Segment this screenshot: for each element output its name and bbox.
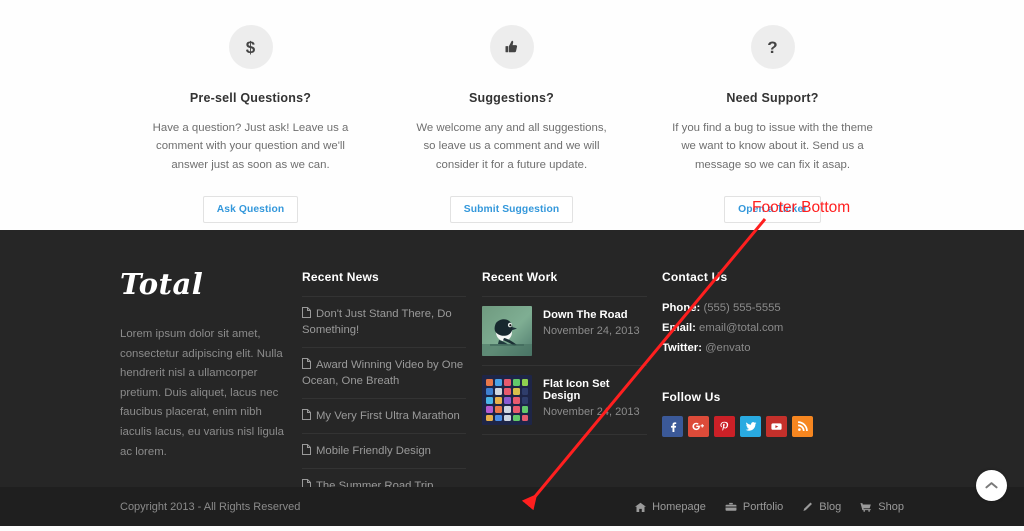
support-card-suggestions: Suggestions? We welcome any and all sugg… [381,0,642,230]
card-title: Suggestions? [468,91,555,105]
page-root: $ Pre-sell Questions? Have a question? J… [0,0,1024,526]
chevron-up-icon [985,477,998,495]
follow-heading: Follow Us [662,390,721,405]
support-card-support: ? Need Support? If you find a bug to iss… [642,0,903,230]
flat-icon-grid-art [482,375,532,425]
news-title: Mobile Friendly Design [316,445,431,458]
site-logo: Total [120,267,204,301]
facebook-icon[interactable] [662,416,683,438]
list-item[interactable]: Flat Icon Set Design November 24, 2013 [482,365,647,435]
list-item[interactable]: Mobile Friendly Design [302,433,466,468]
bird-photo-art [482,306,532,356]
contact-value[interactable]: @envato [705,342,750,354]
footer-nav-label: Blog [819,500,842,513]
list-item[interactable]: Don't Just Stand There, Do Something! [302,296,466,347]
work-meta: Flat Icon Set Design November 24, 2013 [543,375,647,418]
briefcase-icon [725,502,737,512]
footer-bottom-bar: Copyright 2013 - All Rights Reserved Hom… [0,487,1024,526]
recent-work-heading: Recent Work [482,270,558,284]
dollar-icon: $ [228,25,273,69]
pencil-icon [802,502,813,512]
contact-label: Phone: [662,302,701,314]
recent-news-heading: Recent News [302,270,379,284]
flat-icon-grid-thumbnail[interactable] [482,375,532,425]
ask-question-button[interactable]: Ask Question [202,196,299,224]
pinterest-icon[interactable] [714,416,735,438]
footer-column-contact: Contact Us Phone: (555) 555-5555 Email: … [662,230,842,487]
list-item[interactable]: Award Winning Video by One Ocean, One Br… [302,347,466,398]
contact-value[interactable]: email@total.com [699,322,783,334]
footer-nav-shop[interactable]: Shop [860,501,904,513]
work-title: Flat Icon Set Design [543,378,610,402]
bird-photo-thumbnail[interactable] [482,306,532,356]
footer-nav-label: Homepage [652,500,706,513]
open-ticket-button[interactable]: Open a Ticket [724,196,821,224]
contact-details: Phone: (555) 555-5555 Email: email@total… [662,298,842,358]
work-meta: Down The Road November 24, 2013 [543,306,640,337]
question-glyph: ? [767,37,778,57]
document-icon [302,444,311,456]
card-title: Need Support? [726,91,819,105]
social-links [662,416,842,438]
footer-bottom-nav: Homepage Portfolio Blog Shop [635,501,904,513]
cart-icon [860,502,872,512]
contact-row-twitter: Twitter: @envato [662,338,842,358]
card-body: If you find a bug to issue with the them… [672,122,873,171]
footer-nav-portfolio[interactable]: Portfolio [725,501,783,513]
footer-column-recent-work: Recent Work Down The Road November 24, 2… [482,230,662,487]
support-cards: $ Pre-sell Questions? Have a question? J… [120,0,904,230]
contact-label: Email: [662,322,696,335]
youtube-icon[interactable] [766,416,787,438]
document-icon [302,409,311,421]
footer-column-about: Total Lorem ipsum dolor sit amet, consec… [120,230,302,487]
news-title: Don't Just Stand There, Do Something! [302,308,452,337]
work-date: November 24, 2013 [543,325,640,337]
contact-label: Twitter: [662,342,702,355]
contact-heading: Contact Us [662,270,728,284]
submit-suggestion-button[interactable]: Submit Suggestion [449,196,574,224]
document-icon [302,358,311,370]
rss-icon[interactable] [792,416,813,438]
news-title: My Very First Ultra Marathon [316,410,460,423]
dollar-glyph: $ [245,37,256,57]
footer-nav-label: Portfolio [742,500,784,513]
footer-column-recent-news: Recent News Don't Just Stand There, Do S… [302,230,482,505]
recent-news-list: Don't Just Stand There, Do Something! Aw… [302,296,466,505]
list-item[interactable]: Down The Road November 24, 2013 [482,296,647,365]
recent-work-list: Down The Road November 24, 2013 Flat Ico… [482,296,647,435]
about-text: Lorem ipsum dolor sit amet, consectetur … [120,328,284,458]
work-title: Down The Road [543,309,628,321]
twitter-icon[interactable] [740,416,761,438]
question-mark-icon: ? [750,25,795,69]
card-title: Pre-sell Questions? [189,91,312,105]
home-icon [635,502,647,512]
thumbs-up-glyph [505,40,518,52]
document-icon [302,307,311,318]
footer-widgets: Total Lorem ipsum dolor sit amet, consec… [0,230,1024,505]
copyright-text: Copyright 2013 - All Rights Reserved [120,500,301,513]
scroll-to-top-button[interactable] [976,470,1007,501]
support-card-presell: $ Pre-sell Questions? Have a question? J… [120,0,381,230]
footer-nav-blog[interactable]: Blog [802,501,841,513]
news-title: Award Winning Video by One Ocean, One Br… [302,359,464,388]
footer-nav-homepage[interactable]: Homepage [635,501,706,513]
contact-row-phone: Phone: (555) 555-5555 [662,298,842,318]
thumbs-up-icon [489,25,534,69]
list-item[interactable]: My Very First Ultra Marathon [302,398,466,433]
footer-nav-label: Shop [878,500,904,513]
card-body: Have a question? Just ask! Leave us a co… [152,122,349,171]
contact-row-email: Email: email@total.com [662,318,842,338]
google-plus-icon[interactable] [688,416,709,438]
support-section: $ Pre-sell Questions? Have a question? J… [0,0,1024,230]
card-body: We welcome any and all suggestions, so l… [416,122,607,171]
work-date: November 24, 2013 [543,406,640,418]
contact-value: (555) 555-5555 [703,302,781,314]
